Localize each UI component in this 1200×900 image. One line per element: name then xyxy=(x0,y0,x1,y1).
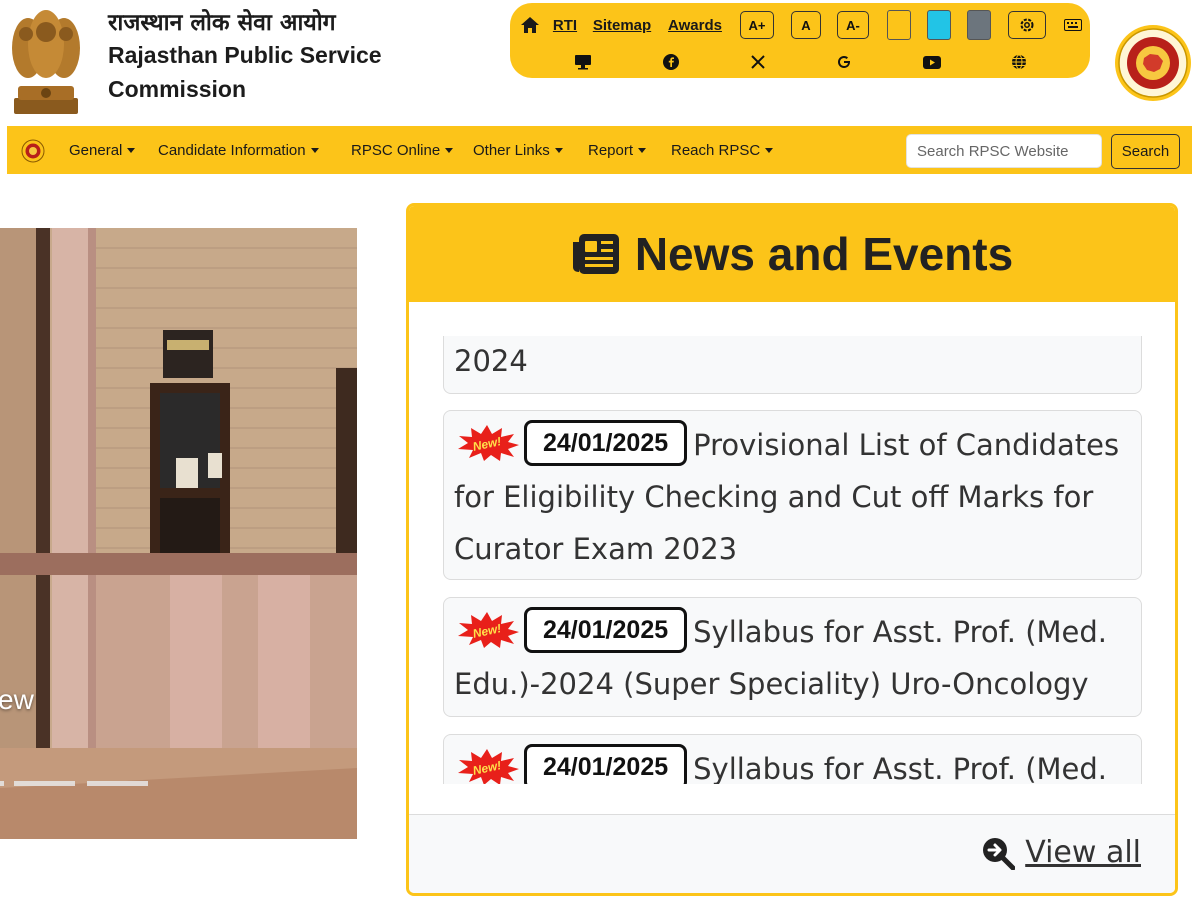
carousel-caption: ew xyxy=(0,684,34,715)
nav-seal-icon[interactable] xyxy=(21,139,45,163)
chevron-down-icon xyxy=(765,147,774,153)
news-scroll-area[interactable]: 2024 New! 24/01/2025 Provisional List of … xyxy=(409,336,1175,784)
new-badge-icon: New! xyxy=(458,612,519,648)
chevron-down-icon xyxy=(127,147,136,153)
awards-link[interactable]: Awards xyxy=(668,17,722,34)
site-title-english-line2: Commission xyxy=(108,76,247,102)
accessibility-toolbar: RTI Sitemap Awards A+ A A- xyxy=(510,3,1090,78)
news-item[interactable]: New! 24/01/2025 Provisional List of Candi… xyxy=(443,410,1142,580)
gear-icon xyxy=(1020,18,1034,32)
ashoka-emblem-logo xyxy=(12,10,80,114)
view-all-link[interactable]: View all xyxy=(981,835,1141,870)
keyboard-icon[interactable] xyxy=(1062,10,1084,40)
main-navbar: General Candidate Information RPSC Onlin… xyxy=(7,126,1192,174)
font-increase-button[interactable]: A+ xyxy=(740,11,774,39)
news-footer: View all xyxy=(409,814,1175,893)
news-item-text[interactable]: Syllabus for Asst. Prof. (Med. xyxy=(693,752,1107,784)
desktop-icon[interactable] xyxy=(572,47,594,77)
nav-report[interactable]: Report xyxy=(588,126,647,174)
newspaper-icon xyxy=(572,234,619,274)
carousel-indicator-3[interactable] xyxy=(87,781,148,786)
new-badge-icon: New! xyxy=(458,425,519,461)
news-date: 24/01/2025 xyxy=(524,420,688,466)
search-arrow-icon xyxy=(983,837,1016,870)
site-header: राजस्थान लोक सेवा आयोग Rajasthan Public … xyxy=(0,0,1200,125)
nav-other-links[interactable]: Other Links xyxy=(473,126,563,174)
carousel-indicator-1[interactable] xyxy=(0,781,4,786)
theme-yellow-swatch[interactable] xyxy=(887,10,911,40)
search-button[interactable]: Search xyxy=(1111,134,1180,169)
sitemap-link[interactable]: Sitemap xyxy=(593,17,651,34)
news-title: News and Events xyxy=(634,228,1014,280)
chevron-down-icon xyxy=(310,147,319,153)
globe-icon[interactable] xyxy=(1008,47,1030,77)
news-date: 24/01/2025 xyxy=(524,744,688,784)
search-input[interactable] xyxy=(906,134,1102,168)
news-item-partial[interactable]: 2024 xyxy=(443,336,1142,394)
rti-link[interactable]: RTI xyxy=(553,17,577,34)
chevron-down-icon xyxy=(638,147,647,153)
font-reset-button[interactable]: A xyxy=(791,11,821,39)
theme-cyan-swatch[interactable] xyxy=(927,10,951,40)
carousel-slide-image xyxy=(0,228,357,839)
rpsc-seal-logo xyxy=(1115,25,1191,101)
nav-rpsc-online[interactable]: RPSC Online xyxy=(351,126,454,174)
news-and-events-panel: News and Events 2024 New! 24/01/2025 Prov… xyxy=(406,203,1178,896)
site-title: राजस्थान लोक सेवा आयोग Rajasthan Public … xyxy=(108,8,408,106)
news-item[interactable]: New! 24/01/2025 Syllabus for Asst. Prof. … xyxy=(443,597,1142,717)
image-carousel[interactable]: ew xyxy=(0,228,357,839)
site-title-english-line1: Rajasthan Public Service xyxy=(108,42,382,68)
home-icon[interactable] xyxy=(518,10,542,40)
nav-general[interactable]: General xyxy=(69,126,136,174)
chevron-down-icon xyxy=(445,147,454,153)
theme-gray-swatch[interactable] xyxy=(967,10,991,40)
carousel-indicator-2[interactable] xyxy=(14,781,75,786)
youtube-icon[interactable] xyxy=(920,47,944,77)
settings-button[interactable] xyxy=(1008,11,1046,39)
font-decrease-button[interactable]: A- xyxy=(837,11,869,39)
news-header: News and Events xyxy=(409,206,1175,302)
google-icon[interactable] xyxy=(833,47,855,77)
new-badge-icon: New! xyxy=(458,749,519,784)
news-date: 24/01/2025 xyxy=(524,607,688,653)
nav-reach-rpsc[interactable]: Reach RPSC xyxy=(671,126,774,174)
news-item[interactable]: New! 24/01/2025 Syllabus for Asst. Prof. … xyxy=(443,734,1142,784)
site-title-hindi: राजस्थान लोक सेवा आयोग xyxy=(108,10,336,36)
nav-candidate-information[interactable]: Candidate Information xyxy=(158,126,319,174)
chevron-down-icon xyxy=(554,147,563,153)
x-icon[interactable] xyxy=(747,47,769,77)
facebook-icon[interactable] xyxy=(660,47,682,77)
